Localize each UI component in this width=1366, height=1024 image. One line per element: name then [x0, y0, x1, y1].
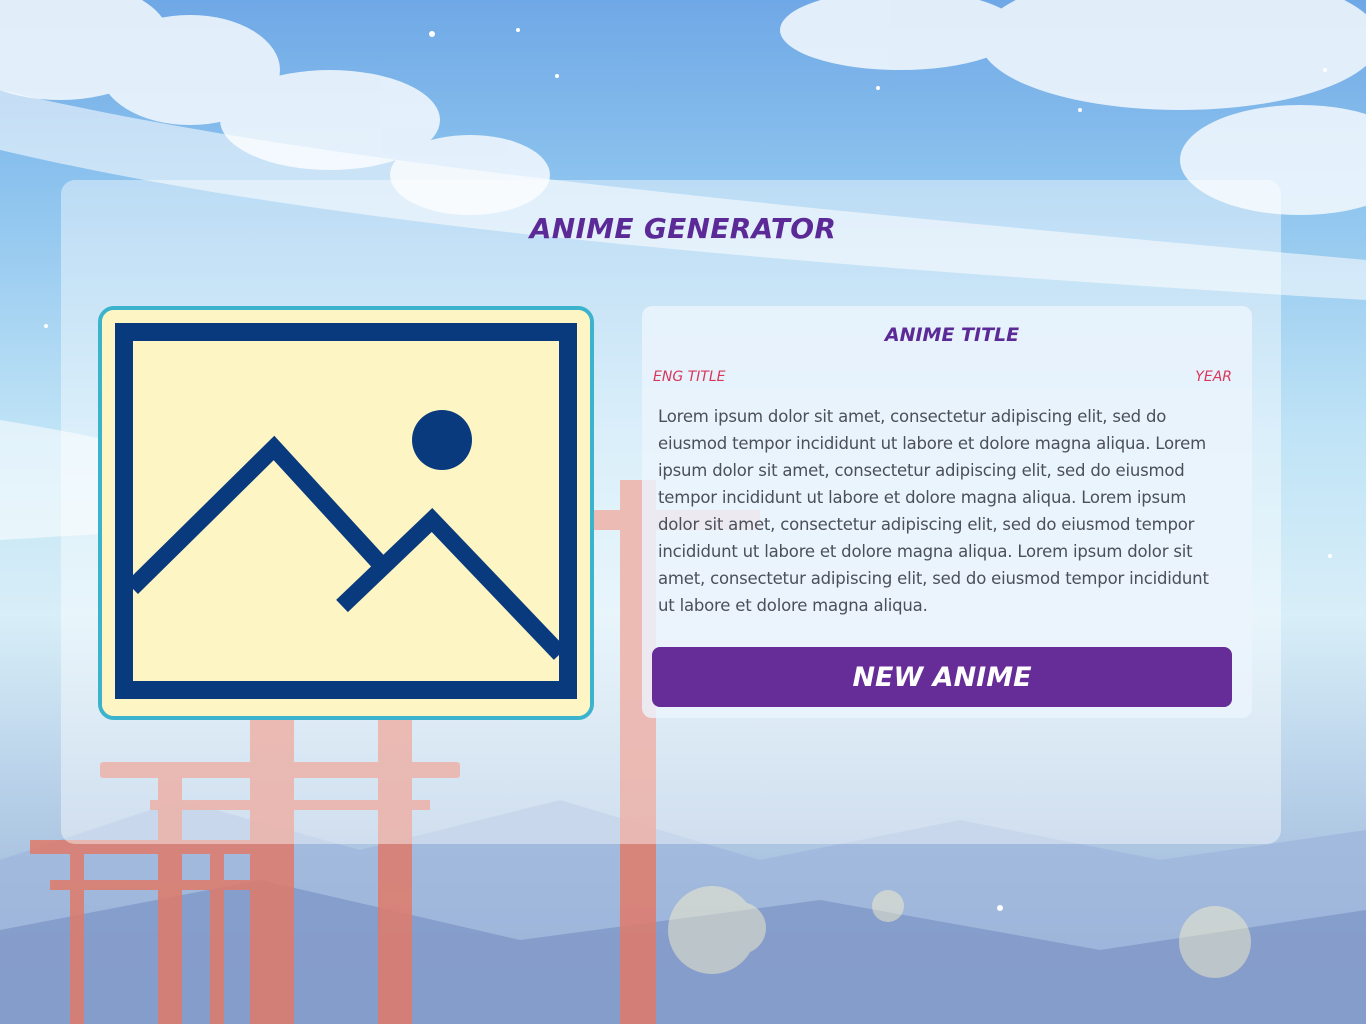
new-anime-button[interactable]: NEW ANIME [652, 647, 1232, 707]
anime-info-card: ANIME TITLE ENG TITLE YEAR Lorem ipsum d… [642, 306, 1252, 718]
anime-title: ANIME TITLE [884, 324, 1020, 346]
eng-title: ENG TITLE [653, 369, 726, 385]
anime-image [98, 306, 594, 720]
page-title: ANIME GENERATOR [529, 212, 837, 245]
anime-year: YEAR [1195, 369, 1232, 385]
anime-synopsis: Lorem ipsum dolor sit amet, consectetur … [658, 407, 1209, 615]
image-placeholder-icon [102, 310, 590, 716]
